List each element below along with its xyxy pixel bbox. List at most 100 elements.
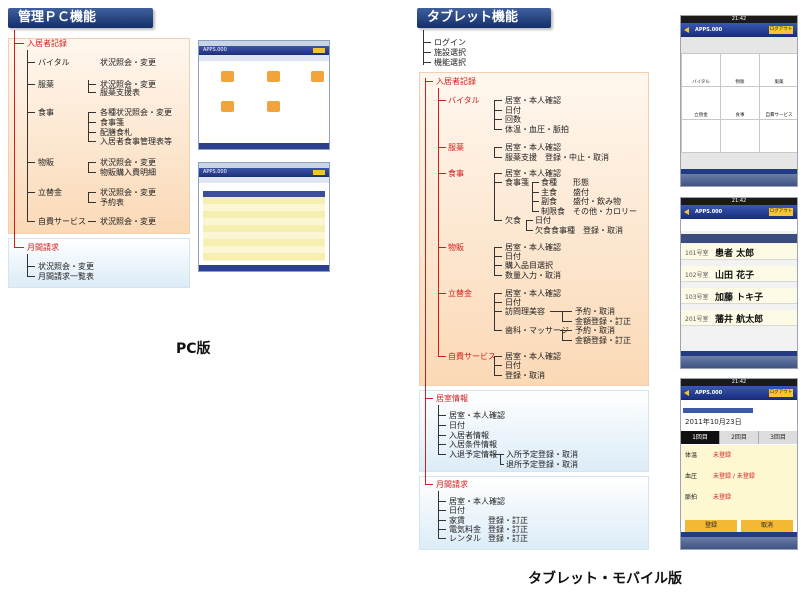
resident-row[interactable]: 102号室 山田 花子 bbox=[681, 266, 797, 282]
tablet-fukuyaku-item-1: 居室・本人確認 bbox=[505, 143, 561, 152]
tile-tatekae[interactable]: 立替金 bbox=[681, 86, 721, 120]
tablet-kyoshitsu-1: 居室・本人確認 bbox=[449, 411, 505, 420]
pc-header: 管理ＰＣ機能 bbox=[8, 8, 153, 28]
pc-tatekae: 立替金 bbox=[38, 188, 62, 197]
pc-shokuji: 食事 bbox=[38, 108, 54, 117]
tablet-shokuji: 食事 bbox=[448, 169, 464, 178]
tablet-getsuma-action-3: 登録・訂正 bbox=[488, 534, 528, 543]
tablet-nyutai-1: 入所予定登録・取消 bbox=[506, 450, 578, 459]
pc-logo: APPS.000 bbox=[203, 47, 227, 53]
resident-row[interactable]: 101号室 患者 太郎 bbox=[681, 244, 797, 260]
vital-label-pulse: 脈拍 bbox=[685, 494, 698, 501]
tablet-vital-item-1: 居室・本人確認 bbox=[505, 96, 561, 105]
tablet-jihi: 自費サービス bbox=[448, 352, 496, 361]
tile-buppan[interactable]: 物販 bbox=[720, 53, 760, 87]
tablet-buppan-4: 数量入力・取消 bbox=[505, 271, 561, 280]
logout-button-3[interactable]: ログアウト bbox=[769, 389, 793, 397]
tablet-fukuyaku: 服薬 bbox=[448, 143, 464, 152]
pc-getsuma-1: 状況照会・変更 bbox=[38, 262, 94, 271]
pc-jihi-1: 状況照会・変更 bbox=[100, 217, 156, 226]
tablet-buppan-3: 購入品目選択 bbox=[505, 261, 553, 270]
pc-vital-desc: 状況照会・変更 bbox=[100, 58, 156, 67]
pc-shokuji-4: 入居者食事管理表等 bbox=[100, 137, 172, 146]
tablet-kyoshitsu-5: 入退予定情報 bbox=[449, 450, 497, 459]
vital-label-bp: 血圧 bbox=[685, 473, 698, 480]
vital-label-temp: 体温 bbox=[685, 452, 698, 459]
tablet-houmon: 訪問理美容 bbox=[505, 307, 545, 316]
tablet-header: タブレット機能 bbox=[417, 8, 551, 28]
tile-jihi[interactable]: 自費サービス bbox=[759, 86, 797, 120]
pc-tatekae-2: 予約表 bbox=[100, 198, 124, 207]
phone-menu-screen: 21:42 APPS.000 ログアウト バイタル 物販 服薬 立替金 食事 自… bbox=[680, 15, 798, 187]
tablet-getsuma: 月間請求 bbox=[436, 480, 468, 489]
pc-shokuji-2: 食事箋 bbox=[100, 118, 124, 127]
tablet-function: 機能選択 bbox=[434, 58, 466, 67]
tile-vital[interactable]: バイタル bbox=[681, 53, 721, 87]
tablet-fukuyaku-item-2: 服薬支援 登録・中止・取消 bbox=[505, 153, 609, 162]
tablet-kesshoku: 欠食 bbox=[505, 216, 521, 225]
back-icon[interactable] bbox=[684, 27, 689, 33]
phone-time-2: 21:42 bbox=[731, 198, 747, 204]
pc-buppan-2: 物販購入費明細 bbox=[100, 168, 156, 177]
tablet-kyoshitsu: 居室情報 bbox=[436, 394, 468, 403]
tablet-vital-item-4: 体温・血圧・脈拍 bbox=[505, 125, 569, 134]
tablet-kyoshitsu-2: 日付 bbox=[449, 421, 465, 430]
vital-value-bp[interactable]: 未登録 / 未登録 bbox=[713, 471, 755, 480]
vital-value-pulse[interactable]: 未登録 bbox=[713, 492, 731, 501]
pc-fukuyaku-2: 服薬支援表 bbox=[100, 88, 140, 97]
logout-button-2[interactable]: ログアウト bbox=[769, 208, 793, 216]
register-button[interactable]: 登録 bbox=[685, 520, 737, 532]
tablet-buppan: 物販 bbox=[448, 243, 464, 252]
pc-buppan: 物販 bbox=[38, 158, 54, 167]
tablet-caption: タブレット・モバイル版 bbox=[528, 571, 682, 587]
pc-getsuma-2: 月間請求一覧表 bbox=[38, 272, 94, 281]
tablet-tatekae: 立替金 bbox=[448, 289, 472, 298]
back-icon[interactable] bbox=[684, 390, 689, 396]
phone-logo: APPS.000 bbox=[695, 27, 723, 33]
pc-caption: PC版 bbox=[176, 341, 211, 357]
tablet-vital: バイタル bbox=[448, 96, 480, 105]
tablet-getsuma-2: 日付 bbox=[449, 506, 465, 515]
resident-row[interactable]: 103号室 加藤 トキ子 bbox=[681, 288, 797, 304]
tablet-kyoshitsu-4: 入居条件情報 bbox=[449, 440, 497, 449]
pc-shokuji-1: 各種状況照会・変更 bbox=[100, 108, 172, 117]
tablet-facility: 施設選択 bbox=[434, 48, 466, 57]
pc-fukuyaku: 服薬 bbox=[38, 80, 54, 89]
phone-time-3: 21:42 bbox=[731, 379, 747, 385]
resident-row[interactable]: 201号室 藩井 航太郎 bbox=[681, 310, 797, 326]
phone-logo-3: APPS.000 bbox=[695, 390, 723, 396]
tablet-shokuji-item-2: 食事箋 bbox=[505, 178, 529, 187]
tab-round-3[interactable]: 3回目 bbox=[758, 431, 797, 444]
cancel-button[interactable]: 取消 bbox=[741, 520, 793, 532]
phone-time: 21:42 bbox=[731, 16, 747, 22]
pc-getsuma: 月間請求 bbox=[27, 243, 59, 252]
tab-round-2[interactable]: 2回目 bbox=[719, 431, 758, 444]
tablet-kesshoku-2: 欠食食事種 登録・取消 bbox=[535, 226, 623, 235]
phone-logo-2: APPS.000 bbox=[695, 209, 723, 215]
tile-fukuyaku[interactable]: 服薬 bbox=[759, 53, 797, 87]
tablet-massage-1: 予約・取消 bbox=[575, 326, 615, 335]
vital-value-temp[interactable]: 未登録 bbox=[713, 450, 731, 459]
logout-button[interactable]: ログアウト bbox=[769, 26, 793, 34]
pc-nyukyosha: 入居者記録 bbox=[27, 39, 67, 48]
tablet-nyutai-2: 退所予定登録・取消 bbox=[506, 460, 578, 469]
tablet-houmon-1: 予約・取消 bbox=[575, 307, 615, 316]
pc-orange-panel bbox=[8, 38, 190, 234]
tablet-vital-item-3: 回数 bbox=[505, 115, 521, 124]
tablet-login: ログイン bbox=[434, 38, 466, 47]
tablet-kesshoku-1: 日付 bbox=[535, 216, 551, 225]
vital-date: 2011年10月23日 bbox=[685, 418, 742, 426]
pc-tatekae-1: 状況照会・変更 bbox=[100, 188, 156, 197]
tablet-jihi-3: 登録・取消 bbox=[505, 371, 545, 380]
tile-shokuji[interactable]: 食事 bbox=[720, 86, 760, 120]
pc-jihi: 自費サービス bbox=[38, 217, 86, 226]
pc-buppan-1: 状況照会・変更 bbox=[100, 158, 156, 167]
back-icon[interactable] bbox=[684, 209, 689, 215]
phone-resident-list-screen: 21:42 APPS.000 ログアウト 101号室 患者 太郎 102号室 山田 … bbox=[680, 197, 798, 369]
pc-screenshot-table: APPS.000 bbox=[198, 162, 330, 272]
pc-screenshot-menu: APPS.000 bbox=[198, 40, 330, 150]
phone-vital-screen: 21:42 APPS.000 ログアウト 2011年10月23日 1回目 2回目… bbox=[680, 378, 798, 550]
tablet-shokusen-4: 制限食 その他・カロリー bbox=[541, 207, 637, 216]
tab-round-1[interactable]: 1回目 bbox=[681, 431, 719, 444]
tablet-jihi-2: 日付 bbox=[505, 361, 521, 370]
